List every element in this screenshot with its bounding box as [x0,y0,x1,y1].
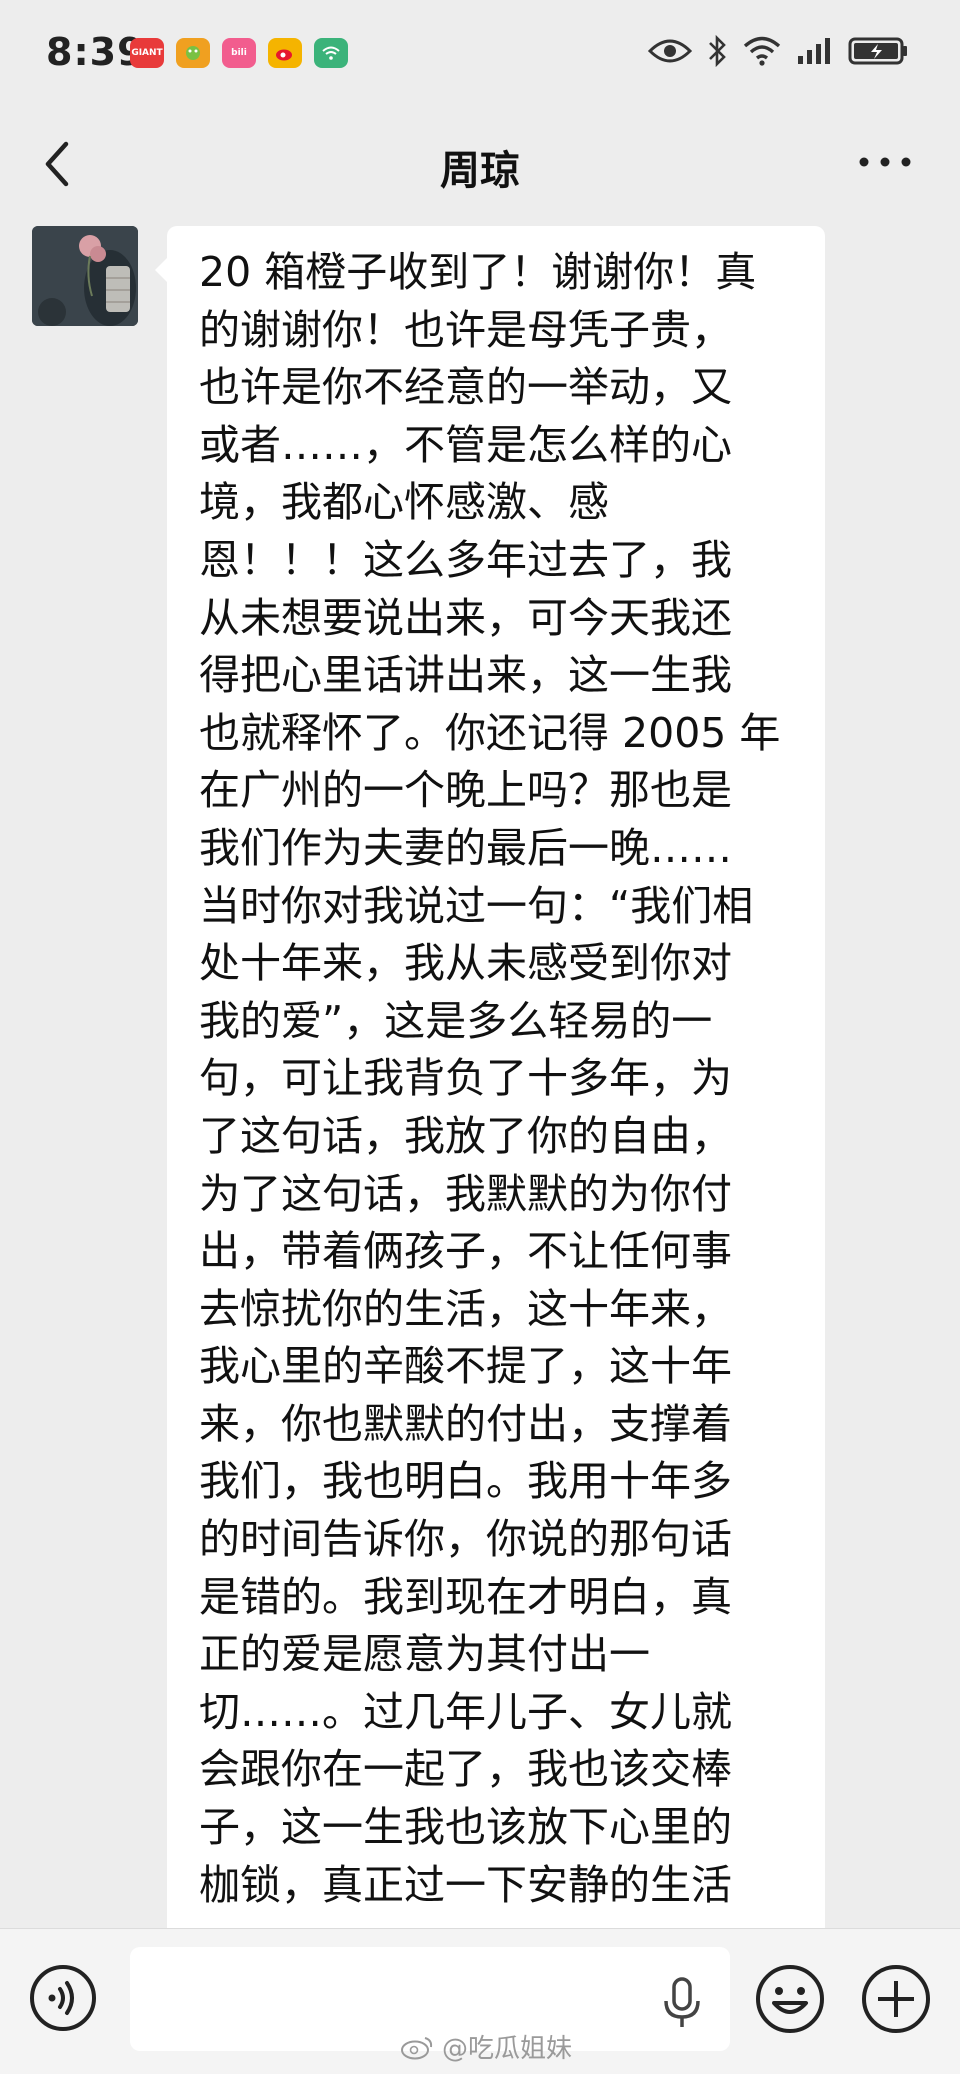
cellular-signal-icon [798,38,830,64]
status-indicators [648,34,910,68]
chat-title: 周琼 [440,148,520,194]
microphone-icon [664,1977,700,2027]
message-line: 得把心里话讲出来，这一生我 [199,651,732,700]
voice-icon [30,1965,96,2031]
more-features-button[interactable] [860,1963,932,2035]
message-line: 也许是你不经意的一举动，又 [199,363,732,412]
notification-app-icons: GIANT bili [130,38,348,68]
microphone-button[interactable] [660,1977,704,2029]
message-line: 句，可让我背负了十多年，为 [199,1054,732,1103]
emoji-button[interactable] [754,1963,826,2035]
message-line: 来，你也默默的付出，支撑着 [199,1399,732,1448]
contact-avatar[interactable] [32,226,138,326]
bilibili-app-icon: bili [222,38,256,68]
message-line: 是错的。我到现在才明白，真 [199,1572,732,1621]
message-line: 会跟你在一起了，我也该交棒 [199,1745,732,1794]
eye-comfort-icon [648,39,692,63]
avatar-flower-image [32,226,138,326]
message-bubble-container: 20 箱橙子收到了！谢谢你！真 的谢谢你！也许是母凭子贵， 也许是你不经意的一举… [155,226,825,1986]
more-options-button[interactable] [850,132,920,192]
plus-icon [862,1965,930,2033]
message-line: 当时你对我说过一句：“我们相 [199,881,754,930]
message-text: 20 箱橙子收到了！谢谢你！真 的谢谢你！也许是母凭子贵， 也许是你不经意的一举… [199,244,795,1914]
message-line: 20 箱橙子收到了！谢谢你！真 [199,248,757,296]
watermark-text: @吃瓜姐妹 [442,2034,573,2064]
message-bubble[interactable]: 20 箱橙子收到了！谢谢你！真 的谢谢你！也许是母凭子贵， 也许是你不经意的一举… [167,226,825,1986]
weibo-app-icon [268,38,302,68]
bluetooth-icon [709,34,726,68]
status-bar: 8:39 GIANT bili [0,0,960,112]
message-line: 出，带着俩孩子，不让任何事 [199,1227,732,1276]
message-line: 处十年来，我从未感受到你对 [199,939,732,988]
message-line: 子，这一生我也该放下心里的 [199,1803,732,1852]
message-line: 或者……，不管是怎么样的心 [199,420,732,469]
message-line: 我的爱”，这是多么轻易的一 [199,996,713,1045]
message-line: 正的爱是愿意为其付出一 [199,1630,650,1679]
message-line: 从未想要说出来，可今天我还 [199,593,732,642]
message-line: 我们，我也明白。我用十年多 [199,1457,732,1506]
message-line: 了这句话，我放了你的自由， [199,1111,732,1160]
message-line: 为了这句话，我默默的为你付 [199,1169,732,1218]
battery-charging-icon [848,37,907,65]
message-line: 境，我都心怀感激、感 [199,478,609,527]
message-line: 我心里的辛酸不提了，这十年 [199,1342,732,1391]
giant-app-icon: GIANT [130,38,164,68]
voice-toggle-button[interactable] [28,1963,98,2033]
chat-header: 周琼 [0,112,960,216]
weibo-watermark: @吃瓜姐妹 [400,2028,572,2065]
smiley-icon [756,1965,824,2033]
message-line: 在广州的一个晚上吗？那也是 [199,766,732,815]
message-line: 去惊扰你的生活，这十年来， [199,1284,732,1333]
wifi-signal-icon [743,36,781,66]
wifi-app-icon [314,38,348,68]
weibo-logo-icon [401,2036,433,2059]
message-line: 切……。过几年儿子、女儿就 [199,1687,732,1736]
game-app-icon [176,38,210,68]
message-line: 我们作为夫妻的最后一晚…… [199,823,732,872]
message-line: 的谢谢你！也许是母凭子贵， [199,305,732,354]
message-line: 恩！！！这么多年过去了，我 [199,535,732,584]
message-line: 枷锁，真正过一下安静的生活 [199,1860,732,1909]
message-line: 也就释怀了。你还记得 2005 年 [199,708,781,757]
more-dots-icon [859,157,911,167]
message-line: 的时间告诉你，你说的那句话 [199,1515,732,1564]
